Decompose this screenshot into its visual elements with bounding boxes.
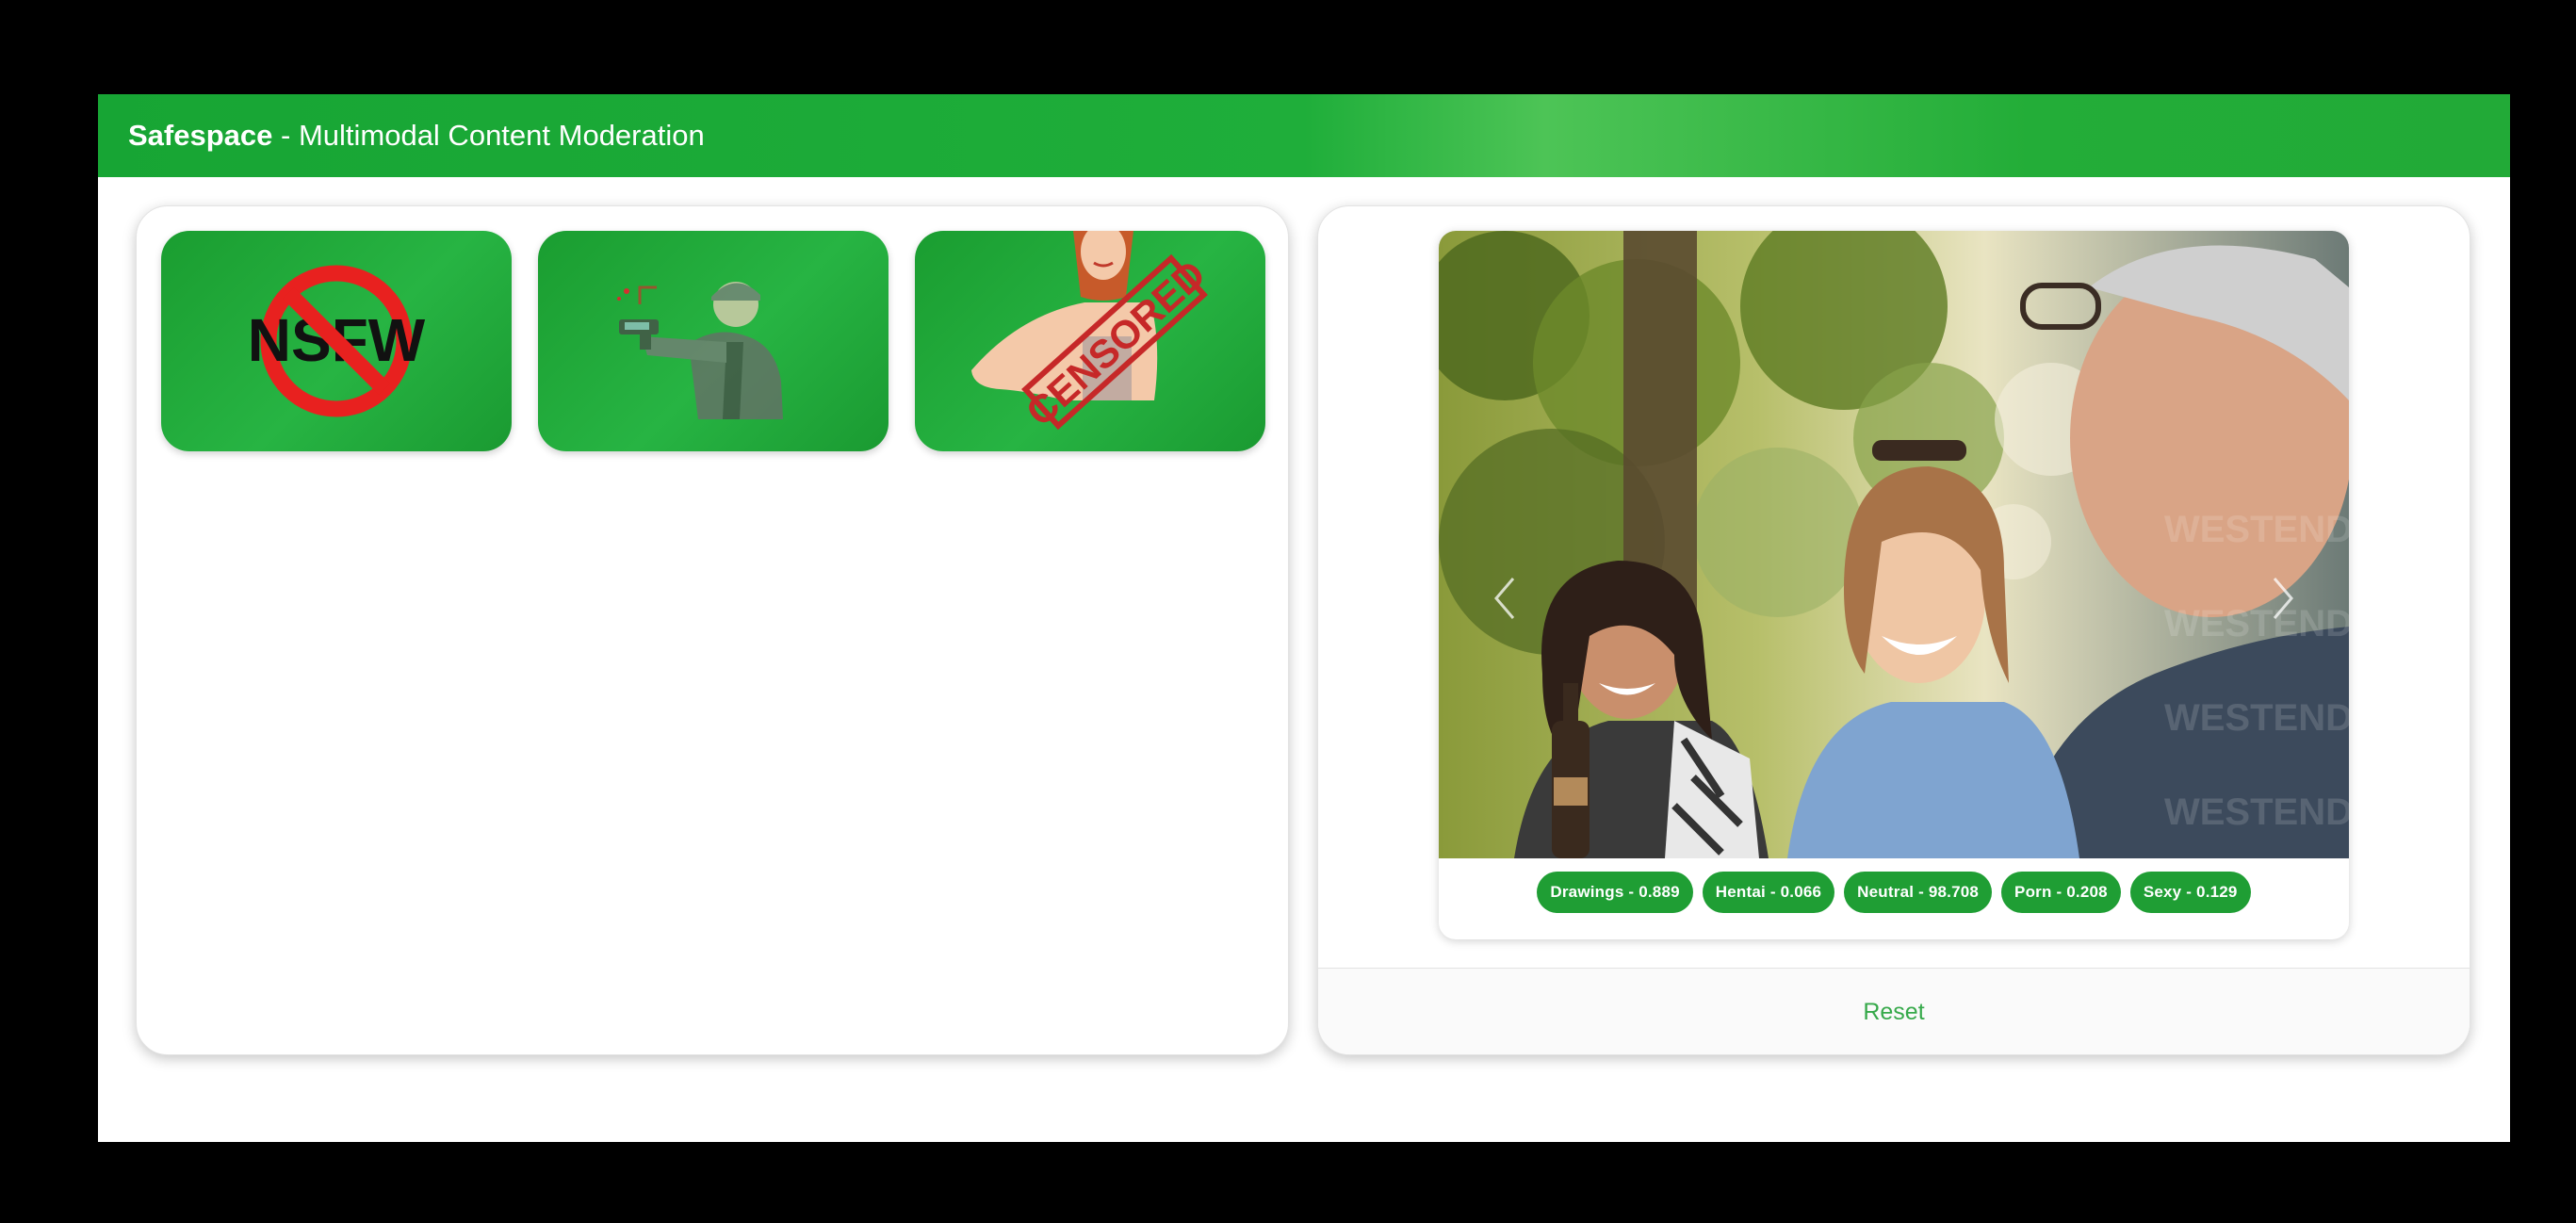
- image-carousel: WESTEND61 WESTEND61 WESTEND61 WESTEND61 …: [1439, 231, 2349, 939]
- classification-tags: Drawings - 0.889 Hentai - 0.066 Neutral …: [1439, 864, 2349, 921]
- page-title: Safespace - Multimodal Content Moderatio…: [128, 119, 705, 153]
- score-badge-porn: Porn - 0.208: [2001, 872, 2121, 913]
- app-subtitle: - Multimodal Content Moderation: [272, 119, 705, 152]
- watermark-text: WESTEND61: [2164, 697, 2349, 739]
- carousel-next-button[interactable]: [2264, 570, 2302, 627]
- reset-button[interactable]: Reset: [1318, 968, 2470, 1054]
- tile-violence[interactable]: [538, 231, 889, 451]
- preview-panel: WESTEND61 WESTEND61 WESTEND61 WESTEND61 …: [1317, 205, 2470, 1055]
- score-badge-hentai: Hentai - 0.066: [1702, 872, 1835, 913]
- watermark-text: WESTEND61: [2164, 509, 2349, 550]
- watermark-text: WESTEND61: [2164, 791, 2349, 833]
- tile-censored[interactable]: CENSORED: [915, 231, 1265, 451]
- censored-stamp-icon: CENSORED: [971, 231, 1214, 434]
- app-header: Safespace - Multimodal Content Moderatio…: [98, 94, 2510, 177]
- preview-photo: WESTEND61 WESTEND61 WESTEND61 WESTEND61: [1439, 231, 2349, 858]
- chevron-right-icon: [2273, 578, 2293, 619]
- brand-name: Safespace: [128, 119, 273, 152]
- category-panel: NSFW: [136, 205, 1289, 1055]
- carousel-prev-button[interactable]: [1486, 570, 1524, 627]
- app-window: Safespace - Multimodal Content Moderatio…: [98, 94, 2510, 1142]
- score-badge-sexy: Sexy - 0.129: [2129, 872, 2251, 913]
- watermark-text: WESTEND61: [2164, 603, 2349, 644]
- score-badge-neutral: Neutral - 98.708: [1844, 872, 1993, 913]
- score-badge-drawings: Drawings - 0.889: [1537, 872, 1693, 913]
- tile-nsfw[interactable]: NSFW: [161, 231, 512, 451]
- chevron-left-icon: [1494, 578, 1515, 619]
- gun-violence-icon: [617, 282, 783, 419]
- reset-label: Reset: [1863, 998, 1925, 1025]
- nsfw-prohibited-icon: NSFW: [248, 265, 426, 417]
